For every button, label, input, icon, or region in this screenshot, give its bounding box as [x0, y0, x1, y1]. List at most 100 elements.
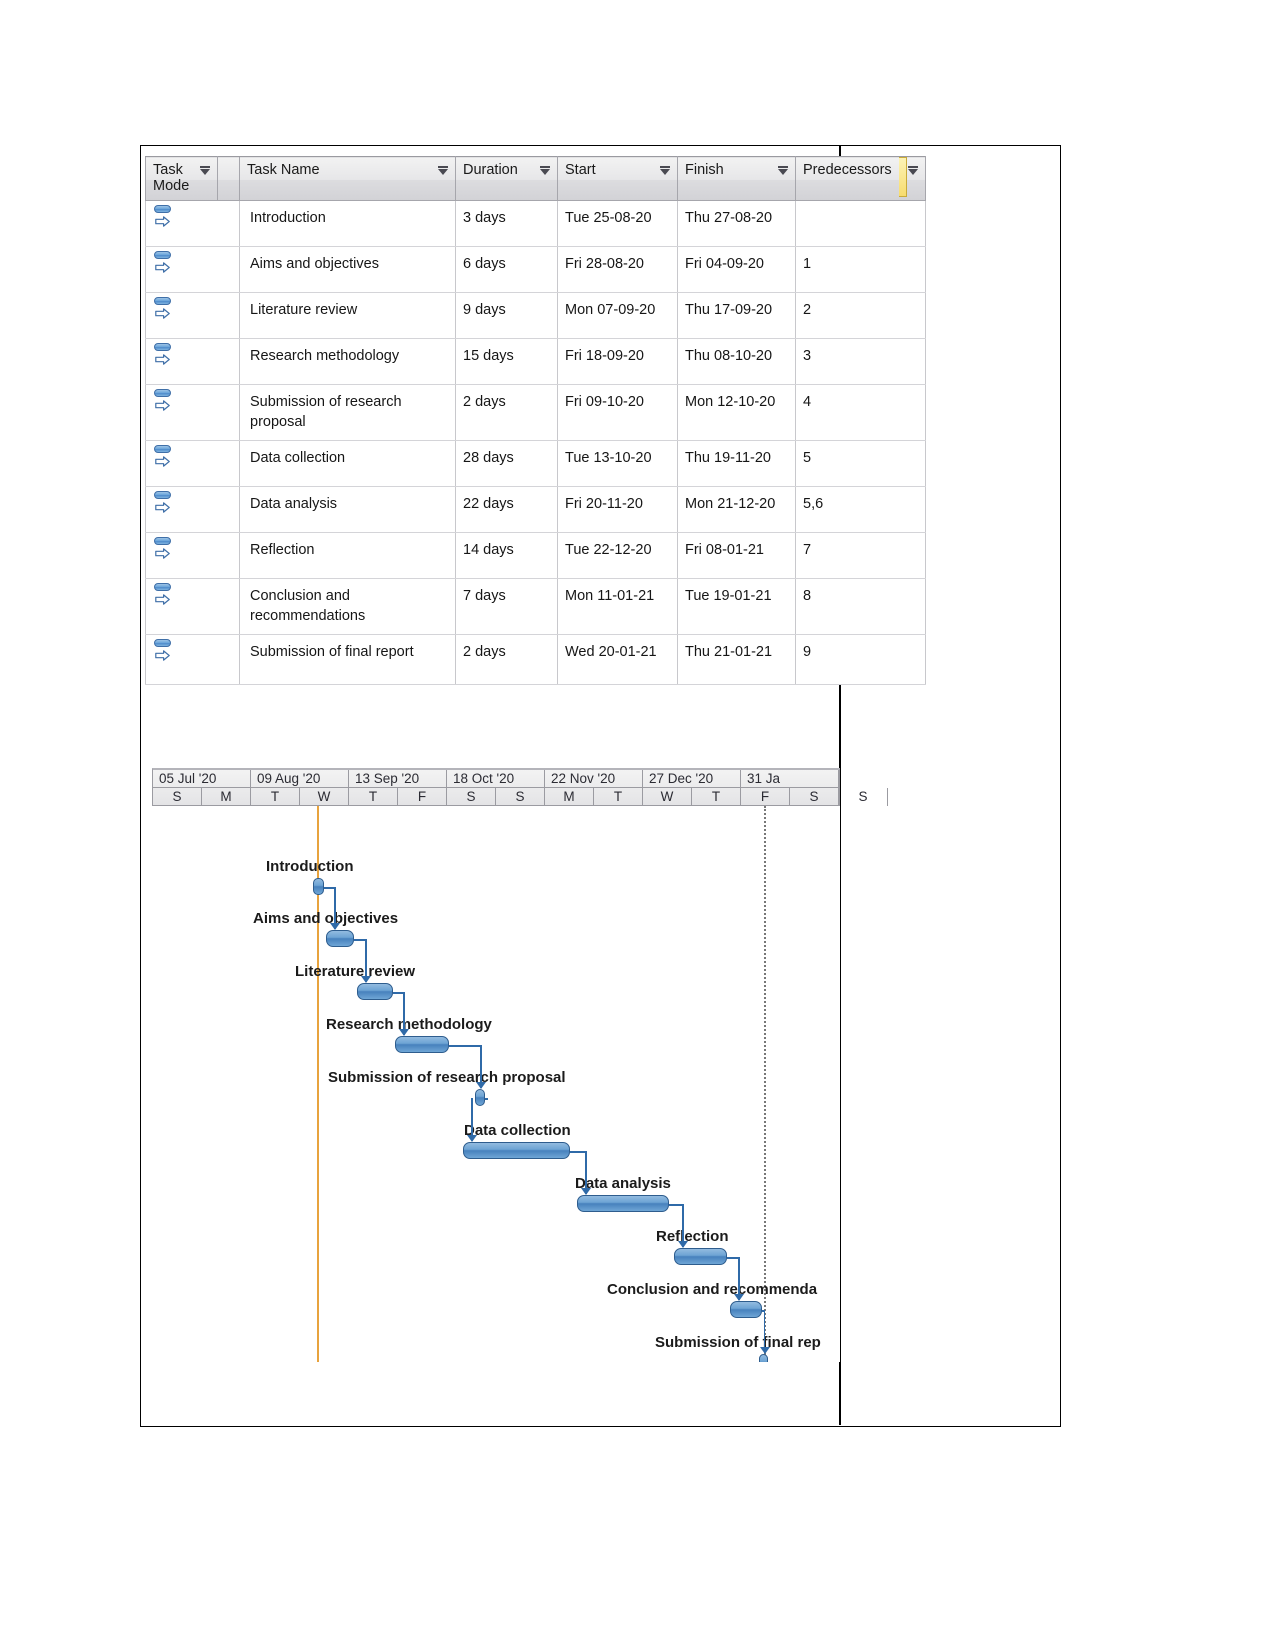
task-name-cell[interactable]: Aims and objectives	[239, 246, 456, 293]
indicator-cell[interactable]	[217, 384, 240, 441]
gantt-bar[interactable]	[395, 1036, 449, 1053]
finish-date-cell[interactable]: Tue 19-01-21	[677, 578, 796, 635]
task-name-cell[interactable]: Submission of research proposal	[239, 384, 456, 441]
predecessors-cell[interactable]: 4	[795, 384, 926, 441]
gantt-bar[interactable]	[475, 1089, 485, 1106]
indicator-cell[interactable]	[217, 292, 240, 339]
predecessors-cell[interactable]: 8	[795, 578, 926, 635]
finish-date-cell[interactable]: Thu 21-01-21	[677, 634, 796, 685]
finish-date-cell[interactable]: Thu 19-11-20	[677, 440, 796, 487]
gantt-bar[interactable]	[357, 983, 393, 1000]
start-date-cell[interactable]: Tue 13-10-20	[557, 440, 678, 487]
task-mode-cell[interactable]	[145, 532, 218, 579]
table-row[interactable]: Research methodology 15 days Fri 18-09-20 T…	[145, 338, 926, 385]
duration-cell[interactable]: 9 days	[455, 292, 558, 339]
gantt-bar[interactable]	[326, 930, 354, 947]
start-date-cell[interactable]: Fri 20-11-20	[557, 486, 678, 533]
task-name-cell[interactable]: Reflection	[239, 532, 456, 579]
finish-date-cell[interactable]: Mon 21-12-20	[677, 486, 796, 533]
task-name-cell[interactable]: Submission of final report	[239, 634, 456, 685]
finish-date-cell[interactable]: Fri 08-01-21	[677, 532, 796, 579]
start-date-cell[interactable]: Tue 25-08-20	[557, 200, 678, 247]
duration-cell[interactable]: 15 days	[455, 338, 558, 385]
duration-cell[interactable]: 14 days	[455, 532, 558, 579]
finish-date-cell[interactable]: Fri 04-09-20	[677, 246, 796, 293]
filter-dropdown-icon-task-mode[interactable]	[200, 166, 210, 175]
start-date-cell[interactable]: Mon 11-01-21	[557, 578, 678, 635]
indicator-cell[interactable]	[217, 634, 240, 685]
column-header-task-mode[interactable]: Task Mode	[145, 156, 218, 201]
task-name-cell[interactable]: Introduction	[239, 200, 456, 247]
duration-cell[interactable]: 22 days	[455, 486, 558, 533]
duration-cell[interactable]: 2 days	[455, 634, 558, 685]
column-header-finish[interactable]: Finish	[677, 156, 796, 201]
column-header-indicators[interactable]	[217, 156, 240, 201]
filter-dropdown-icon-predecessors[interactable]	[908, 166, 918, 175]
duration-cell[interactable]: 7 days	[455, 578, 558, 635]
predecessors-cell[interactable]: 5	[795, 440, 926, 487]
table-row[interactable]: Introduction 3 days Tue 25-08-20 Thu 27-08-…	[145, 200, 926, 247]
gantt-bar[interactable]	[463, 1142, 570, 1159]
task-name-cell[interactable]: Data analysis	[239, 486, 456, 533]
indicator-cell[interactable]	[217, 486, 240, 533]
predecessors-cell[interactable]: 9	[795, 634, 926, 685]
table-row[interactable]: Submission of research proposal 2 days Fri…	[145, 384, 926, 441]
gantt-bar[interactable]	[313, 878, 324, 895]
duration-cell[interactable]: 28 days	[455, 440, 558, 487]
task-mode-cell[interactable]	[145, 440, 218, 487]
finish-date-cell[interactable]: Mon 12-10-20	[677, 384, 796, 441]
indicator-cell[interactable]	[217, 338, 240, 385]
task-mode-cell[interactable]	[145, 578, 218, 635]
indicator-cell[interactable]	[217, 200, 240, 247]
predecessors-cell[interactable]: 2	[795, 292, 926, 339]
table-row[interactable]: Conclusion and recommendations 7 days Mon …	[145, 578, 926, 635]
task-name-cell[interactable]: Research methodology	[239, 338, 456, 385]
gantt-bar[interactable]	[759, 1354, 768, 1362]
duration-cell[interactable]: 6 days	[455, 246, 558, 293]
task-name-cell[interactable]: Data collection	[239, 440, 456, 487]
start-date-cell[interactable]: Fri 18-09-20	[557, 338, 678, 385]
finish-date-cell[interactable]: Thu 27-08-20	[677, 200, 796, 247]
task-mode-cell[interactable]	[145, 292, 218, 339]
table-row[interactable]: Data analysis 22 days Fri 20-11-20 Mon 21-1…	[145, 486, 926, 533]
task-mode-cell[interactable]	[145, 634, 218, 685]
table-row[interactable]: Submission of final report 2 days Wed 20-0…	[145, 634, 926, 685]
predecessors-cell[interactable]: 1	[795, 246, 926, 293]
predecessors-cell[interactable]	[795, 200, 926, 247]
task-name-cell[interactable]: Literature review	[239, 292, 456, 339]
task-mode-cell[interactable]	[145, 200, 218, 247]
indicator-cell[interactable]	[217, 578, 240, 635]
task-mode-cell[interactable]	[145, 384, 218, 441]
gantt-bar[interactable]	[730, 1301, 762, 1318]
task-mode-cell[interactable]	[145, 338, 218, 385]
filter-dropdown-icon-duration[interactable]	[540, 166, 550, 175]
indicator-cell[interactable]	[217, 440, 240, 487]
gantt-bar[interactable]	[577, 1195, 669, 1212]
indicator-cell[interactable]	[217, 246, 240, 293]
predecessors-cell[interactable]: 3	[795, 338, 926, 385]
start-date-cell[interactable]: Mon 07-09-20	[557, 292, 678, 339]
column-header-duration[interactable]: Duration	[455, 156, 558, 201]
task-name-cell[interactable]: Conclusion and recommendations	[239, 578, 456, 635]
column-header-start[interactable]: Start	[557, 156, 678, 201]
add-new-column-strip[interactable]	[899, 157, 907, 197]
finish-date-cell[interactable]: Thu 08-10-20	[677, 338, 796, 385]
duration-cell[interactable]: 3 days	[455, 200, 558, 247]
table-row[interactable]: Literature review 9 days Mon 07-09-20 Thu 1…	[145, 292, 926, 339]
finish-date-cell[interactable]: Thu 17-09-20	[677, 292, 796, 339]
column-header-task-name[interactable]: Task Name	[239, 156, 456, 201]
filter-dropdown-icon-finish[interactable]	[778, 166, 788, 175]
table-row[interactable]: Data collection 28 days Tue 13-10-20 Thu 19…	[145, 440, 926, 487]
gantt-bar[interactable]	[674, 1248, 727, 1265]
start-date-cell[interactable]: Fri 28-08-20	[557, 246, 678, 293]
start-date-cell[interactable]: Wed 20-01-21	[557, 634, 678, 685]
task-mode-cell[interactable]	[145, 486, 218, 533]
table-row[interactable]: Aims and objectives 6 days Fri 28-08-20 Fri…	[145, 246, 926, 293]
predecessors-cell[interactable]: 7	[795, 532, 926, 579]
predecessors-cell[interactable]: 5,6	[795, 486, 926, 533]
start-date-cell[interactable]: Tue 22-12-20	[557, 532, 678, 579]
filter-dropdown-icon-task-name[interactable]	[438, 166, 448, 175]
task-mode-cell[interactable]	[145, 246, 218, 293]
filter-dropdown-icon-start[interactable]	[660, 166, 670, 175]
start-date-cell[interactable]: Fri 09-10-20	[557, 384, 678, 441]
